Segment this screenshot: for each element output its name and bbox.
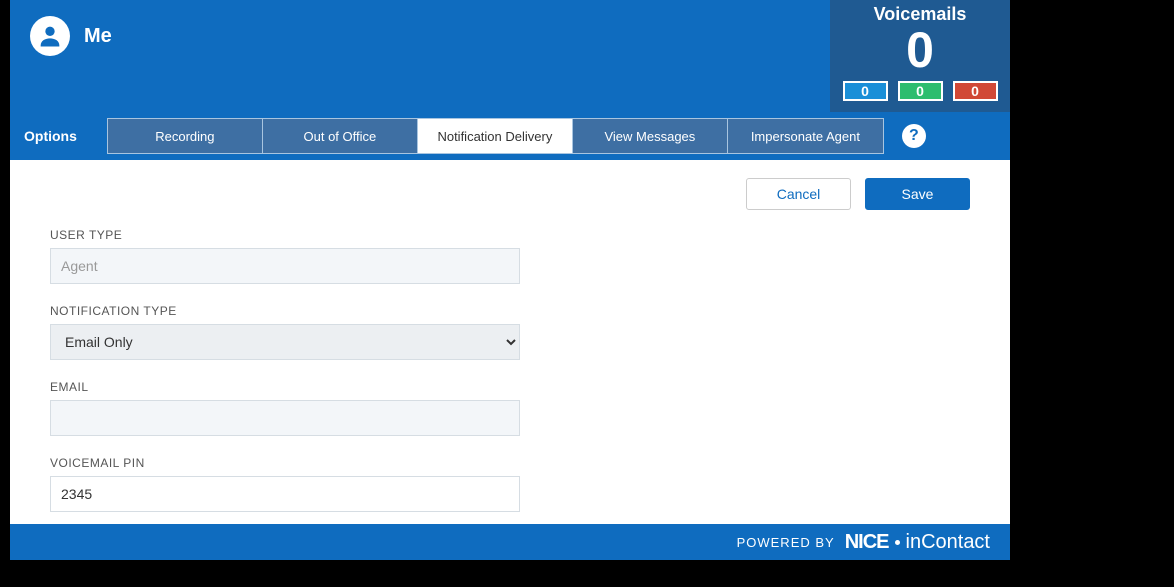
me-area[interactable]: Me [10, 0, 132, 72]
user-type-input [50, 248, 520, 284]
voicemail-pin-label: VOICEMAIL PIN [50, 456, 970, 470]
tab-view-messages[interactable]: View Messages [573, 119, 728, 153]
action-row: Cancel Save [50, 178, 970, 210]
field-user-type: USER TYPE [50, 228, 970, 284]
powered-by-label: POWERED BY [737, 535, 835, 550]
user-type-label: USER TYPE [50, 228, 970, 242]
voicemail-panel: Voicemails 0 0 0 0 [830, 0, 1010, 112]
content-area: Cancel Save USER TYPE NOTIFICATION TYPE … [10, 160, 1010, 552]
notification-type-select[interactable]: Email Only [50, 324, 520, 360]
top-header: Me Voicemails 0 0 0 0 [10, 0, 1010, 112]
voicemail-badge-green[interactable]: 0 [898, 81, 943, 101]
avatar-icon [30, 16, 70, 56]
field-notification-type: NOTIFICATION TYPE Email Only [50, 304, 970, 360]
me-label: Me [84, 25, 112, 48]
options-label: Options [24, 128, 77, 144]
email-label: EMAIL [50, 380, 970, 394]
brand-incontact: inContact [906, 531, 991, 554]
field-voicemail-pin: VOICEMAIL PIN [50, 456, 970, 512]
email-input[interactable] [50, 400, 520, 436]
voicemail-badge-blue[interactable]: 0 [843, 81, 888, 101]
field-email: EMAIL [50, 380, 970, 436]
help-icon[interactable]: ? [902, 124, 926, 148]
save-button[interactable]: Save [865, 178, 970, 210]
voicemail-total: 0 [830, 25, 1010, 75]
tabs-container: Recording Out of Office Notification Del… [107, 118, 884, 154]
app-window: Me Voicemails 0 0 0 0 Options Recording … [10, 0, 1010, 560]
brand-dot-icon [895, 540, 900, 545]
tab-out-of-office[interactable]: Out of Office [263, 119, 418, 153]
voicemail-badge-red[interactable]: 0 [953, 81, 998, 101]
notification-type-label: NOTIFICATION TYPE [50, 304, 970, 318]
tab-impersonate-agent[interactable]: Impersonate Agent [728, 119, 883, 153]
voicemail-pin-input[interactable] [50, 476, 520, 512]
tab-notification-delivery[interactable]: Notification Delivery [418, 119, 573, 153]
tab-recording[interactable]: Recording [108, 119, 263, 153]
voicemail-badge-row: 0 0 0 [830, 81, 1010, 101]
cancel-button[interactable]: Cancel [746, 178, 851, 210]
tab-bar: Options Recording Out of Office Notifica… [10, 112, 1010, 160]
brand-nice: NICE [845, 531, 889, 554]
footer: POWERED BY NICE inContact [10, 524, 1010, 560]
brand-logo: NICE inContact [845, 531, 990, 554]
